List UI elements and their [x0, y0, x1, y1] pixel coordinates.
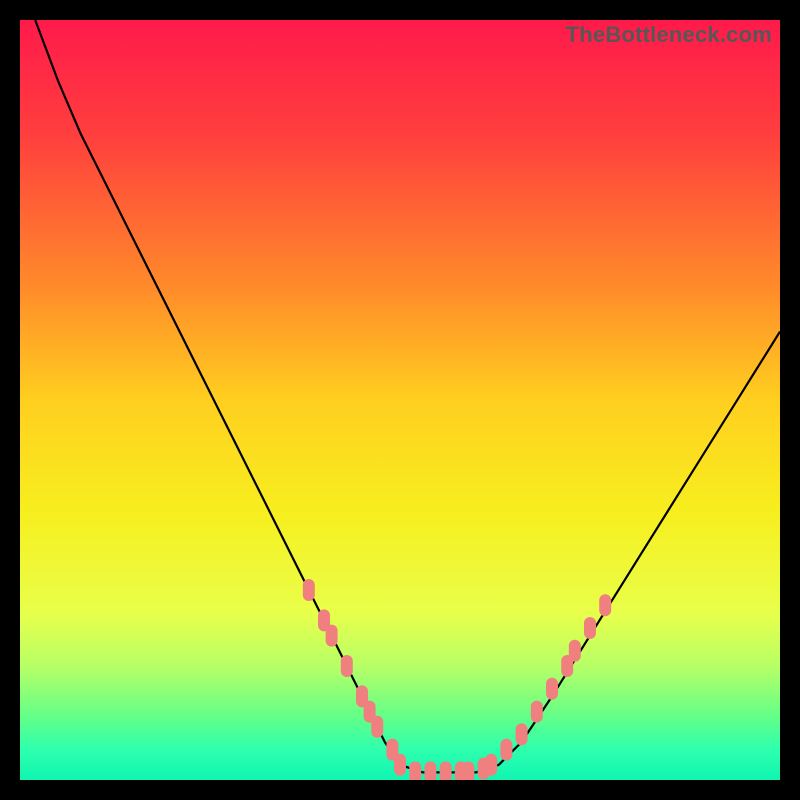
marker-point: [485, 754, 497, 776]
marker-point: [440, 761, 452, 780]
marker-point: [584, 617, 596, 639]
marker-point: [462, 761, 474, 780]
marker-point: [546, 678, 558, 700]
marker-point: [424, 761, 436, 780]
bottleneck-curve: [35, 20, 780, 772]
curve-layer: [20, 20, 780, 780]
marker-point: [394, 754, 406, 776]
marker-point: [531, 701, 543, 723]
marker-group: [303, 579, 611, 780]
marker-point: [371, 716, 383, 738]
marker-point: [569, 640, 581, 662]
marker-point: [409, 761, 421, 780]
watermark-text: TheBottleneck.com: [566, 22, 772, 48]
marker-point: [303, 579, 315, 601]
marker-point: [500, 739, 512, 761]
marker-point: [599, 594, 611, 616]
marker-point: [326, 625, 338, 647]
chart-frame: TheBottleneck.com: [0, 0, 800, 800]
marker-point: [341, 655, 353, 677]
plot-area: TheBottleneck.com: [20, 20, 780, 780]
marker-point: [516, 723, 528, 745]
